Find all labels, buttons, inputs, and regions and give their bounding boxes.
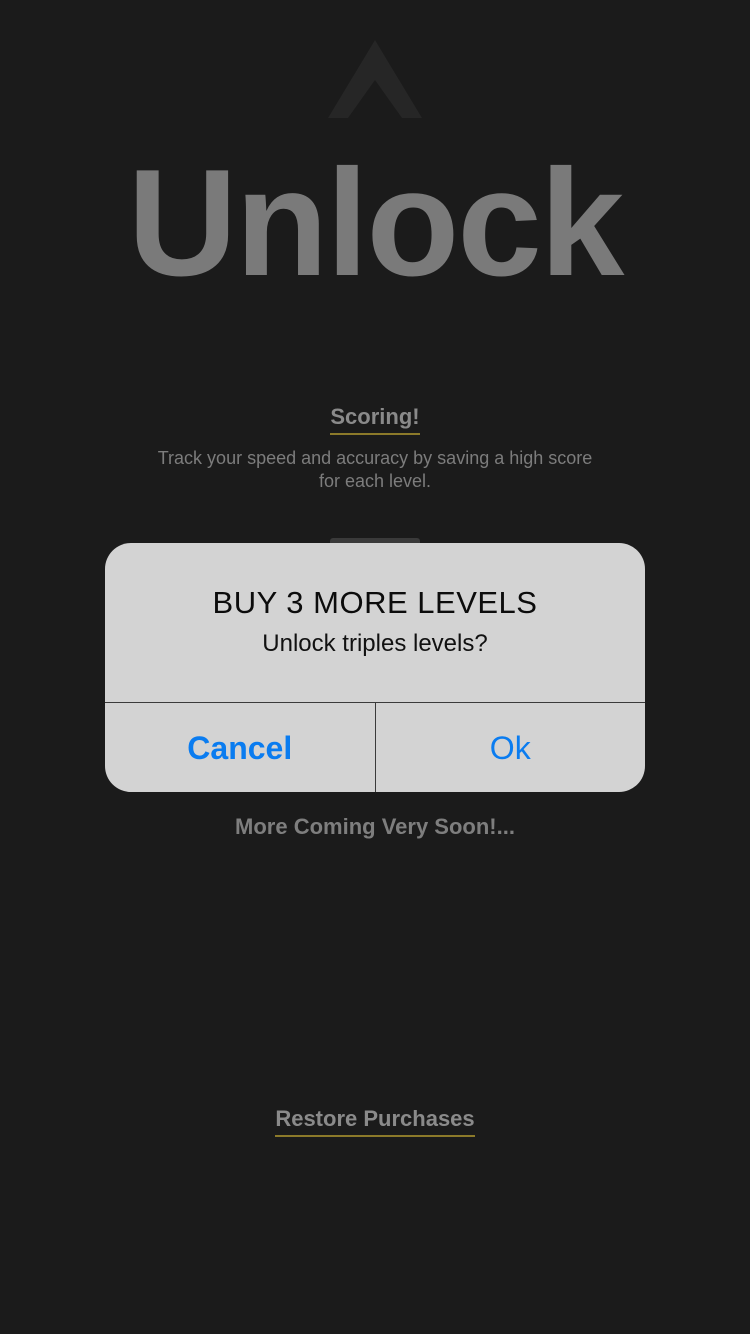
more-coming-text: More Coming Very Soon!... <box>235 814 515 839</box>
feature-description: Track your speed and accuracy by saving … <box>157 448 593 491</box>
feature-scoring: Scoring! Track your speed and accuracy b… <box>0 404 750 493</box>
ok-button[interactable]: Ok <box>376 703 646 792</box>
alert-message: Unlock triples levels? <box>262 630 488 657</box>
chevron-up-icon[interactable] <box>328 40 422 120</box>
restore-purchases-link[interactable]: Restore Purchases <box>275 1106 475 1137</box>
purchase-alert-dialog: BUY 3 MORE LEVELS Unlock triples levels?… <box>105 543 645 792</box>
page-title: Unlock <box>127 138 625 308</box>
feature-heading[interactable]: Scoring! <box>330 404 420 435</box>
alert-body: BUY 3 MORE LEVELS Unlock triples levels? <box>105 543 645 702</box>
alert-actions: Cancel Ok <box>105 702 645 792</box>
cancel-button[interactable]: Cancel <box>105 703 376 792</box>
alert-title: BUY 3 MORE LEVELS <box>212 585 538 620</box>
unlock-screen: Unlock Scoring! Track your speed and acc… <box>0 0 750 1334</box>
restore-container: Restore Purchases <box>0 1106 750 1137</box>
